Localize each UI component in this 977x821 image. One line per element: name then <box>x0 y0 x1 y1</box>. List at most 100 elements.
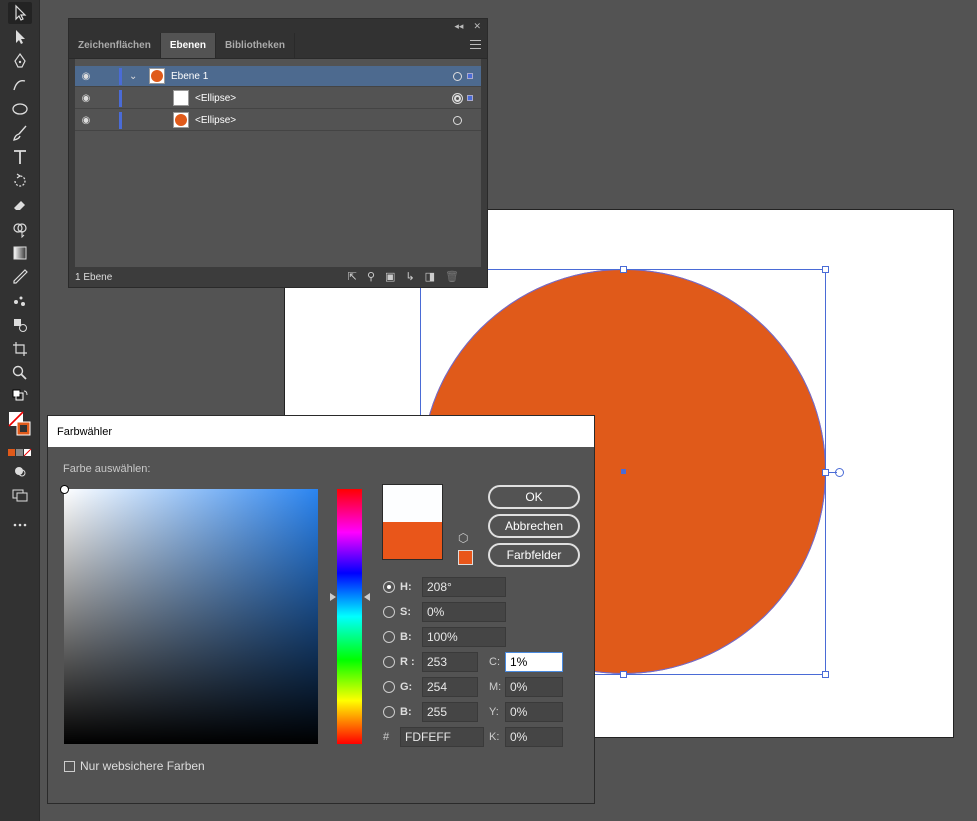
magenta-input[interactable]: 0% <box>505 677 563 697</box>
screen-modes-icon[interactable] <box>8 484 32 506</box>
visibility-eye-icon[interactable]: ◉ <box>79 115 93 126</box>
eyedropper-tool-icon[interactable] <box>8 266 32 288</box>
rotate-tool-icon[interactable] <box>8 170 32 192</box>
hue-slider[interactable] <box>337 489 362 744</box>
layers-list: ◉ ⌄ Ebene 1 ◉ <Ellipse> ◉ <Ellipse> <box>75 59 481 267</box>
saturation-label: S: <box>400 606 411 618</box>
blue-input[interactable]: 255 <box>422 702 478 722</box>
dialog-title[interactable]: Farbwähler <box>48 416 594 447</box>
cyan-field-row: C: 1% <box>489 652 563 672</box>
eraser-tool-icon[interactable] <box>8 194 32 216</box>
target-circle-icon[interactable] <box>453 115 462 125</box>
color-field[interactable] <box>60 485 318 744</box>
selection-indicator-icon[interactable] <box>467 95 473 101</box>
black-input[interactable]: 0% <box>505 727 563 747</box>
tab-zeichenflaechen[interactable]: Zeichenflächen <box>69 33 161 58</box>
tools-panel <box>0 0 40 821</box>
widget-connector <box>829 472 837 473</box>
gradient-tool-icon[interactable] <box>8 242 32 264</box>
tab-bibliotheken[interactable]: Bibliotheken <box>216 33 295 58</box>
hue-slider-handle-left[interactable] <box>330 593 336 601</box>
brightness-radio[interactable] <box>383 631 395 643</box>
hue-field-row: H: 208° <box>383 577 506 597</box>
green-input[interactable]: 254 <box>422 677 478 697</box>
chevron-down-icon[interactable]: ⌄ <box>129 71 137 82</box>
saturation-field-row: S: 0% <box>383 602 506 622</box>
websafe-option[interactable]: Nur websichere Farben <box>64 759 205 773</box>
default-fill-stroke-icon[interactable] <box>8 386 32 408</box>
artboard-tool-icon[interactable] <box>8 338 32 360</box>
more-tools-icon[interactable] <box>8 514 32 536</box>
zoom-tool-icon[interactable] <box>8 362 32 384</box>
direct-selection-tool-icon[interactable] <box>8 26 32 48</box>
target-circle-icon[interactable] <box>452 92 463 104</box>
selection-indicator-icon[interactable] <box>467 73 473 79</box>
trash-icon[interactable]: 🗑 <box>445 270 459 283</box>
ok-button[interactable]: OK <box>488 485 580 509</box>
curvature-tool-icon[interactable] <box>8 74 32 96</box>
blue-radio[interactable] <box>383 706 395 718</box>
gamut-correction-swatch[interactable] <box>458 550 473 565</box>
tab-ebenen[interactable]: Ebenen <box>160 33 216 58</box>
symbol-sprayer-tool-icon[interactable] <box>8 290 32 312</box>
collapse-panel-icon[interactable]: ◂◂ <box>454 21 463 32</box>
yellow-input[interactable]: 0% <box>505 702 563 722</box>
saturation-radio[interactable] <box>383 606 395 618</box>
color-field-marker[interactable] <box>60 485 69 494</box>
visibility-eye-icon[interactable]: ◉ <box>79 71 93 82</box>
shape-builder-tool-icon[interactable] <box>8 218 32 240</box>
hue-radio[interactable] <box>383 581 395 593</box>
brightness-input[interactable]: 100% <box>422 627 506 647</box>
visibility-eye-icon[interactable]: ◉ <box>79 93 93 104</box>
layers-panel: ◂◂ ✕ Zeichenflächen Ebenen Bibliotheken … <box>68 18 488 288</box>
object-name[interactable]: <Ellipse> <box>195 115 236 126</box>
layer-name[interactable]: Ebene 1 <box>171 71 208 82</box>
resize-handle[interactable] <box>822 671 829 678</box>
paintbrush-tool-icon[interactable] <box>8 122 32 144</box>
yellow-label: Y: <box>489 706 499 718</box>
panel-menu-icon[interactable] <box>470 40 481 52</box>
green-radio[interactable] <box>383 681 395 693</box>
gamut-warning-cube-icon[interactable]: ⬡ <box>458 531 468 545</box>
hue-input[interactable]: 208° <box>422 577 506 597</box>
new-color-preview <box>382 484 443 522</box>
resize-handle[interactable] <box>620 266 627 273</box>
fill-stroke-swatch-icon[interactable] <box>8 410 32 440</box>
pen-tool-icon[interactable] <box>8 50 32 72</box>
red-radio[interactable] <box>383 656 395 668</box>
close-panel-icon[interactable]: ✕ <box>473 21 481 32</box>
websafe-checkbox[interactable] <box>64 760 75 772</box>
hue-slider-handle-right[interactable] <box>364 593 370 601</box>
clipping-mask-icon[interactable]: ▣ <box>385 270 395 283</box>
layer-row[interactable]: ◉ <Ellipse> <box>75 88 481 109</box>
selection-tool-icon[interactable] <box>8 2 32 24</box>
export-icon[interactable]: ⇱ <box>348 270 357 283</box>
locate-object-icon[interactable]: ⚲ <box>367 270 375 283</box>
panel-titlebar[interactable]: ◂◂ ✕ <box>69 19 487 33</box>
yellow-field-row: Y: 0% <box>489 702 563 722</box>
red-input[interactable]: 253 <box>422 652 478 672</box>
saturation-input[interactable]: 0% <box>422 602 506 622</box>
resize-handle[interactable] <box>822 469 829 476</box>
layer-color-bar <box>119 67 122 85</box>
new-sublayer-icon[interactable]: ↳ <box>405 270 414 283</box>
layer-row[interactable]: ◉ <Ellipse> <box>75 110 481 131</box>
hex-input[interactable]: FDFEFF <box>400 727 484 747</box>
resize-handle[interactable] <box>822 266 829 273</box>
cyan-input[interactable]: 1% <box>505 652 563 672</box>
center-point <box>621 469 626 474</box>
target-circle-icon[interactable] <box>453 71 462 81</box>
layer-row[interactable]: ◉ ⌄ Ebene 1 <box>75 66 481 87</box>
brightness-label: B: <box>400 631 412 643</box>
draw-modes-icon[interactable] <box>8 460 32 482</box>
resize-handle[interactable] <box>620 671 627 678</box>
blend-tool-icon[interactable] <box>8 314 32 336</box>
swatches-button[interactable]: Farbfelder <box>488 543 580 567</box>
blue-label: B: <box>400 706 412 718</box>
type-tool-icon[interactable] <box>8 146 32 168</box>
ellipse-tool-icon[interactable] <box>8 98 32 120</box>
new-layer-icon[interactable]: ◨ <box>425 270 435 283</box>
cancel-button[interactable]: Abbrechen <box>488 514 580 538</box>
original-color-preview[interactable] <box>382 522 443 560</box>
object-name[interactable]: <Ellipse> <box>195 93 236 104</box>
